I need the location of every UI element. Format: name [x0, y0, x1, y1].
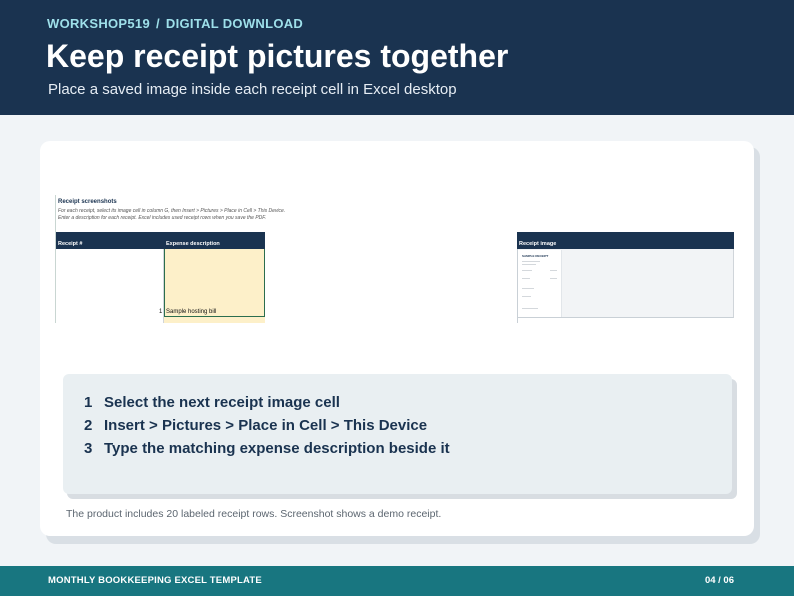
table-header-left	[56, 232, 265, 249]
excel-screenshot: Receipt screenshots For each receipt, se…	[55, 195, 735, 325]
page-title: Keep receipt pictures together	[46, 38, 509, 74]
thumbnail-line	[550, 278, 557, 279]
footer-bar: MONTHLY BOOKKEEPING EXCEL TEMPLATE 04 / …	[0, 566, 794, 596]
thumbnail-line	[522, 278, 530, 279]
row-description: Sample hosting bill	[166, 309, 217, 315]
thumbnail-line	[522, 261, 540, 262]
step-text: Select the next receipt image cell	[104, 394, 340, 411]
column-header-receipt-number: Receipt #	[58, 241, 83, 247]
receipt-thumbnail: SAMPLE RECEIPT	[518, 250, 562, 317]
step-2: 2 Insert > Pictures > Place in Cell > Thi…	[84, 417, 427, 434]
thumbnail-line	[522, 288, 534, 289]
kicker-separator: /	[156, 16, 160, 31]
cell-selection-border	[164, 249, 265, 317]
header-banner: WORKSHOP519 / DIGITAL DOWNLOAD Keep receip…	[0, 0, 794, 115]
sheet-left-border	[55, 195, 56, 323]
step-text: Insert > Pictures > Place in Cell > This…	[104, 417, 428, 434]
step-text: Type the matching expense description be…	[104, 440, 450, 457]
steps-panel: 1 Select the next receipt image cell 2 Ins…	[63, 374, 732, 494]
row-number: 1	[159, 309, 163, 315]
brand-name: WORKSHOP519	[47, 16, 150, 31]
column-header-expense-description: Expense description	[166, 241, 220, 247]
step-number: 1	[84, 394, 93, 411]
sheet-instruction-2: Enter a description for each receipt. Ex…	[58, 215, 267, 221]
category-label: DIGITAL DOWNLOAD	[165, 16, 304, 31]
thumbnail-line	[522, 308, 538, 309]
column-header-receipt-image: Receipt image	[519, 241, 557, 247]
footer-product-name: MONTHLY BOOKKEEPING EXCEL TEMPLATE	[48, 575, 262, 586]
footnote: The product includes 20 labeled receipt …	[66, 508, 442, 520]
page-counter: 04 / 06	[704, 575, 734, 586]
step-1: 1 Select the next receipt image cell	[84, 394, 340, 411]
step-number: 2	[84, 417, 93, 434]
sheet-instruction-1: For each receipt, select its image cell …	[58, 208, 286, 214]
thumbnail-heading: SAMPLE RECEIPT	[522, 254, 549, 258]
thumbnail-line	[522, 296, 531, 297]
page-subtitle: Place a saved image inside each receipt …	[48, 81, 457, 98]
step-3: 3 Type the matching expense description b…	[84, 440, 450, 457]
thumbnail-line	[522, 270, 532, 271]
thumbnail-line	[522, 264, 536, 265]
kicker: WORKSHOP519 / DIGITAL DOWNLOAD	[47, 16, 303, 31]
thumbnail-line	[550, 270, 557, 271]
step-number: 3	[84, 440, 93, 457]
sheet-title: Receipt screenshots	[58, 199, 117, 205]
